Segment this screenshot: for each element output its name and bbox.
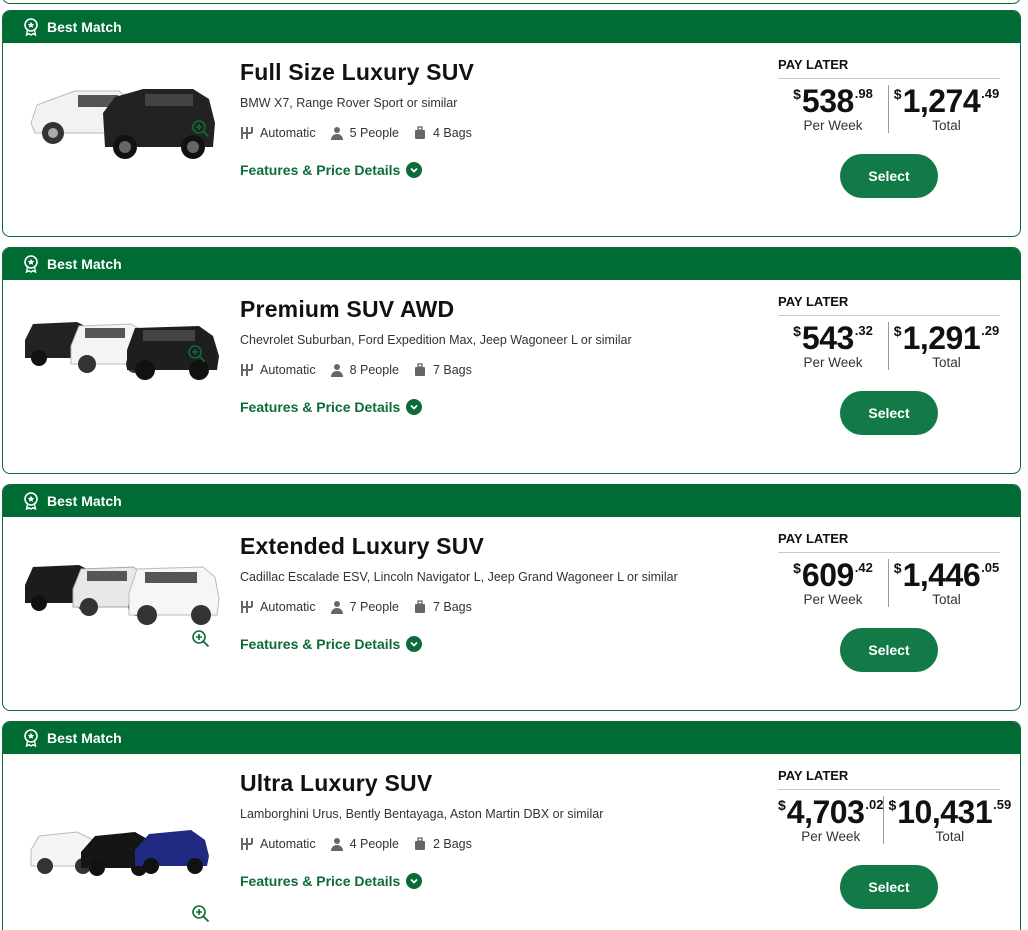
vehicle-card: Best Match Premium SUV AWD Chevrolet Sub… [2, 247, 1021, 474]
zoom-in-icon[interactable] [187, 344, 207, 364]
weekly-price: $543.32 Per Week [793, 320, 873, 370]
features-price-details-link[interactable]: Features & Price Details [240, 873, 603, 889]
vehicle-models: Cadillac Escalade ESV, Lincoln Navigator… [240, 570, 678, 584]
vehicle-models: Lamborghini Urus, Bently Bentayaga, Asto… [240, 807, 604, 821]
person-icon [330, 127, 343, 140]
vehicle-class-title: Ultra Luxury SUV [240, 770, 433, 796]
people-spec: 5 People [330, 126, 399, 140]
best-match-banner: Best Match [3, 722, 1020, 754]
zoom-in-icon[interactable] [191, 904, 211, 924]
previous-card-edge [2, 0, 1021, 4]
badge-label: Best Match [47, 19, 122, 35]
weekly-price: $609.42 Per Week [793, 557, 873, 607]
total-price: $1,274.49 Total [888, 85, 1000, 133]
award-ribbon-icon [23, 255, 39, 273]
people-spec: 7 People [330, 600, 399, 614]
features-price-details-link[interactable]: Features & Price Details [240, 636, 678, 652]
features-price-details-link[interactable]: Features & Price Details [240, 162, 486, 178]
chevron-down-icon [406, 873, 423, 889]
badge-label: Best Match [47, 256, 122, 272]
luggage-icon [414, 600, 425, 613]
person-icon [330, 601, 343, 614]
chevron-down-icon [406, 399, 423, 415]
select-button[interactable]: Select [840, 154, 938, 198]
total-price: $1,446.05 Total [888, 559, 1000, 607]
pay-later-label: PAY LATER [778, 768, 1000, 790]
gear-shift-icon [241, 601, 253, 613]
select-button[interactable]: Select [840, 628, 938, 672]
pricing-panel: PAY LATER $538.98 Per Week $1,274.49 Tot… [778, 57, 1000, 133]
people-spec: 8 People [330, 363, 399, 377]
pricing-panel: PAY LATER $4,703.02 Per Week $10,431.59 … [778, 768, 1011, 844]
transmission-spec: Automatic [240, 363, 316, 377]
luggage-icon [414, 363, 425, 376]
award-ribbon-icon [23, 729, 39, 747]
chevron-down-icon [406, 636, 423, 652]
bags-spec: 4 Bags [413, 126, 472, 140]
gear-shift-icon [241, 127, 253, 139]
car-image[interactable] [23, 53, 223, 163]
features-price-details-link[interactable]: Features & Price Details [240, 399, 632, 415]
best-match-banner: Best Match [3, 248, 1020, 280]
pricing-panel: PAY LATER $609.42 Per Week $1,446.05 Tot… [778, 531, 1000, 607]
total-price: $1,291.29 Total [888, 322, 1000, 370]
weekly-price: $538.98 Per Week [793, 83, 873, 133]
vehicle-class-title: Extended Luxury SUV [240, 533, 485, 559]
award-ribbon-icon [23, 492, 39, 510]
weekly-price: $4,703.02 Per Week [778, 794, 884, 844]
pricing-panel: PAY LATER $543.32 Per Week $1,291.29 Tot… [778, 294, 1000, 370]
car-image[interactable] [23, 527, 223, 637]
transmission-spec: Automatic [240, 837, 316, 851]
luggage-icon [414, 126, 425, 139]
select-button[interactable]: Select [840, 865, 938, 909]
award-ribbon-icon [23, 18, 39, 36]
people-spec: 4 People [330, 837, 399, 851]
vehicle-class-title: Premium SUV AWD [240, 296, 455, 322]
vehicle-card: Best Match Ultra Luxury SUV Lamborghini … [2, 721, 1021, 930]
bags-spec: 2 Bags [413, 837, 472, 851]
select-button[interactable]: Select [840, 391, 938, 435]
pay-later-label: PAY LATER [778, 57, 1000, 79]
badge-label: Best Match [47, 730, 122, 746]
chevron-down-icon [406, 162, 423, 178]
luggage-icon [414, 837, 425, 850]
person-icon [330, 364, 343, 377]
best-match-banner: Best Match [3, 11, 1020, 43]
vehicle-class-title: Full Size Luxury SUV [240, 59, 475, 85]
person-icon [330, 838, 343, 851]
gear-shift-icon [241, 364, 253, 376]
transmission-spec: Automatic [240, 600, 316, 614]
zoom-in-icon[interactable] [191, 119, 211, 139]
vehicle-card: Best Match Extended Luxury SUV Cadillac … [2, 484, 1021, 711]
vehicle-models: BMW X7, Range Rover Sport or similar [240, 96, 458, 110]
car-image[interactable] [23, 782, 223, 892]
bags-spec: 7 Bags [413, 600, 472, 614]
gear-shift-icon [241, 838, 253, 850]
pay-later-label: PAY LATER [778, 531, 1000, 553]
vehicle-models: Chevrolet Suburban, Ford Expedition Max,… [240, 333, 632, 347]
transmission-spec: Automatic [240, 126, 316, 140]
pay-later-label: PAY LATER [778, 294, 1000, 316]
total-price: $10,431.59 Total [883, 796, 1011, 844]
zoom-in-icon[interactable] [191, 629, 211, 649]
badge-label: Best Match [47, 493, 122, 509]
vehicle-card: Best Match Full Size Luxury SUV BMW X7, … [2, 10, 1021, 237]
bags-spec: 7 Bags [413, 363, 472, 377]
best-match-banner: Best Match [3, 485, 1020, 517]
